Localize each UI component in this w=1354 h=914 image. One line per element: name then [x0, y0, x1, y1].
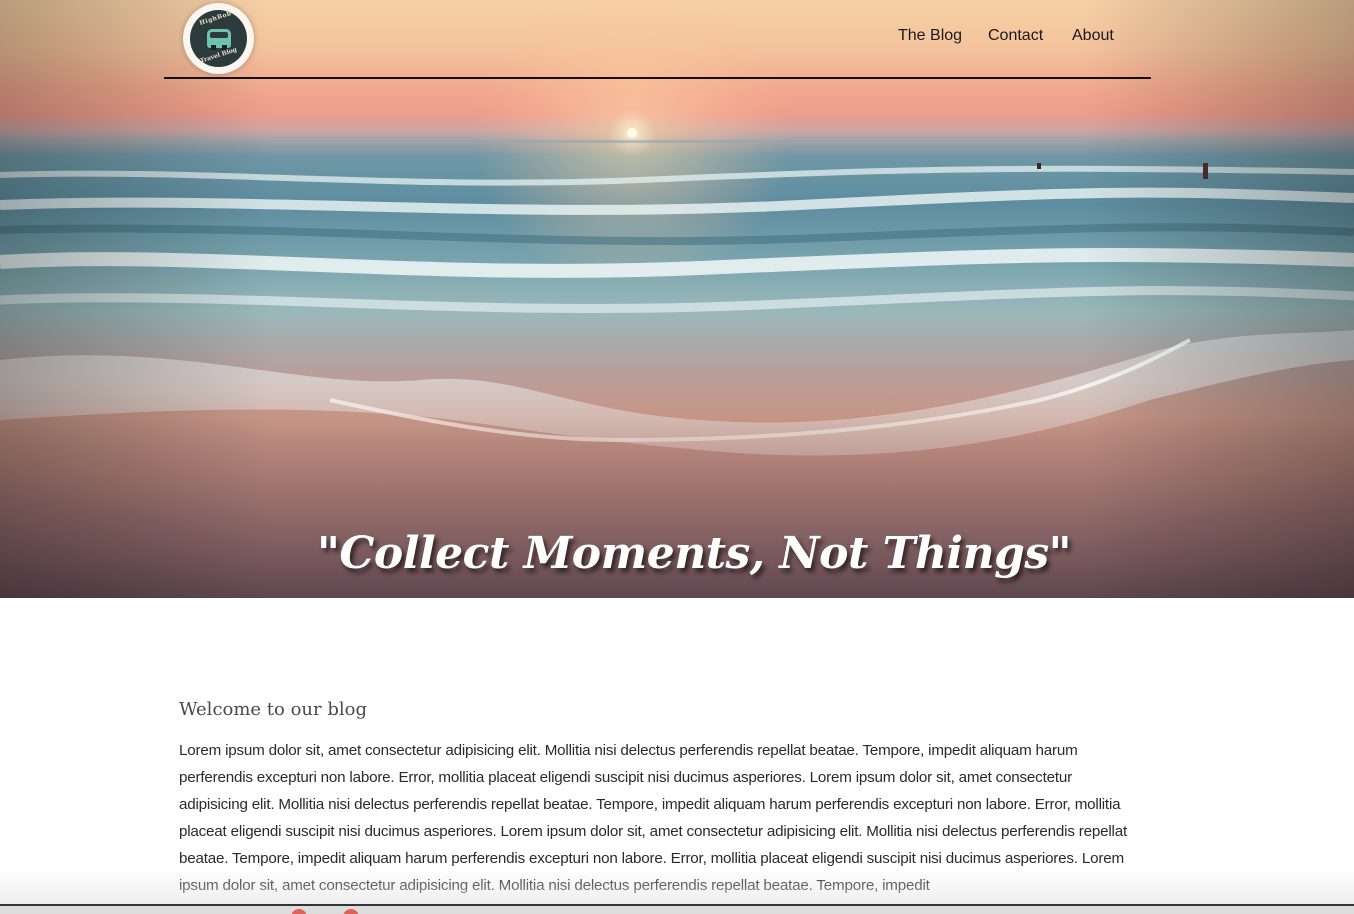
nav-link-contact[interactable]: Contact: [988, 27, 1043, 49]
van-icon: [207, 29, 231, 50]
nav-link-about[interactable]: About: [1072, 27, 1114, 49]
beach-sunset-image: [0, 0, 1354, 598]
logo-text-top: HighBob's: [198, 10, 239, 27]
hero-quote: "Collect Moments, Not Things": [316, 528, 1072, 579]
welcome-heading: Welcome to our blog: [179, 699, 367, 720]
bottom-fade: [0, 868, 1354, 906]
nav-link-the-blog[interactable]: The Blog: [898, 27, 962, 49]
site-logo[interactable]: HighBob's Travel Blog: [183, 3, 254, 74]
header-divider: [164, 77, 1151, 79]
hero-banner: [0, 0, 1354, 598]
page: HighBob's Travel Blog The Blog Contact A…: [0, 0, 1354, 914]
logo-badge: HighBob's Travel Blog: [190, 10, 247, 67]
bottom-bar: [0, 904, 1354, 914]
